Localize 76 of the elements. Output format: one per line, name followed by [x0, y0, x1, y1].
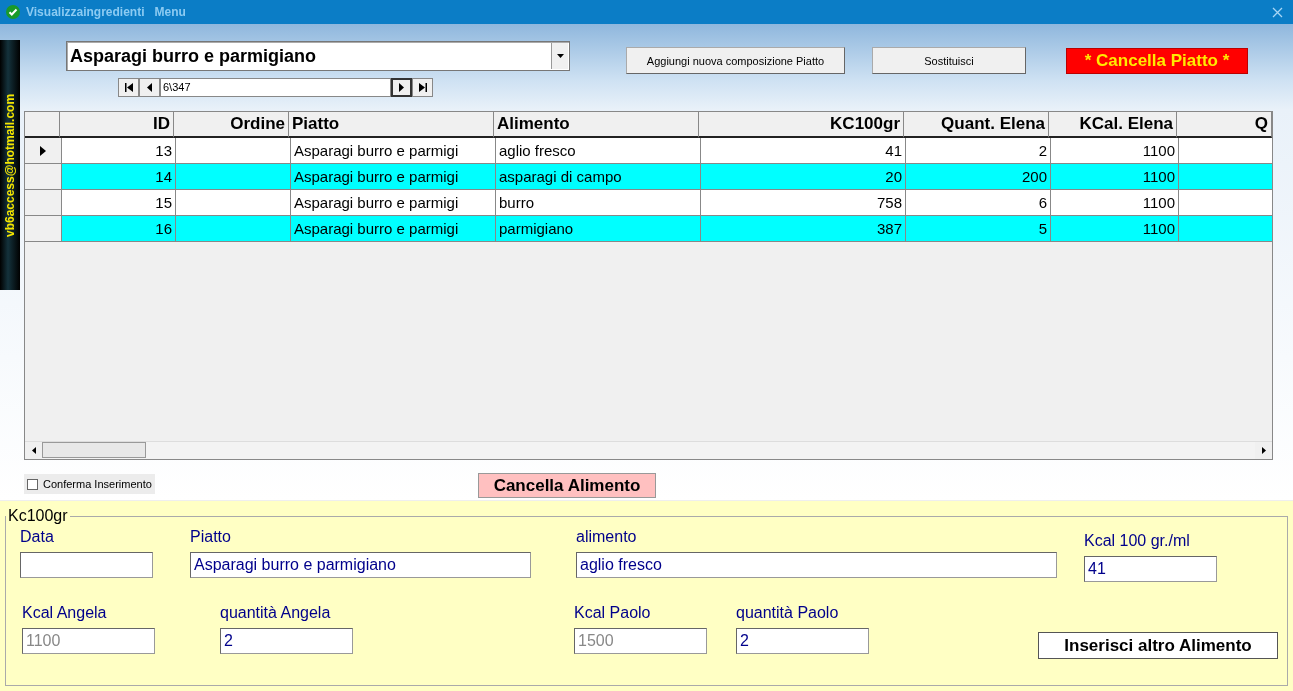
last-icon — [418, 83, 427, 92]
table-cell: burro — [499, 194, 535, 211]
table-cell: 1100 — [1142, 142, 1175, 159]
table-cell: aglio fresco — [499, 142, 576, 159]
field-label: Kcal Angela — [22, 604, 108, 623]
input-field[interactable]: aglio fresco — [576, 552, 1057, 578]
table-cell: 1100 — [1142, 168, 1175, 185]
dish-dropdown[interactable]: Asparagi burro e parmigiano — [66, 41, 570, 71]
close-icon[interactable] — [1272, 6, 1283, 18]
table-row[interactable]: 14 Asparagi burro e parmigi asparagi di campo 20 200 1100 — [25, 164, 1272, 190]
action-button[interactable]: Sostituisci — [872, 47, 1026, 74]
table-cell: 15 — [155, 194, 172, 211]
table-cell: Asparagi burro e parmigi — [294, 194, 459, 211]
table-row[interactable]: 16 Asparagi burro e parmigi parmigiano 387 5 1100 — [25, 216, 1272, 242]
table-cell: 200 — [1021, 168, 1047, 185]
input-field[interactable]: 2 — [736, 628, 869, 654]
row-selector[interactable] — [25, 138, 62, 164]
first-icon — [124, 83, 133, 92]
confirm-checkbox[interactable]: Conferma Inserimento — [24, 474, 155, 494]
input-field[interactable]: Asparagi burro e parmigiano — [190, 552, 531, 578]
table-cell: 2 — [1038, 142, 1047, 159]
group-legend: Kc100gr — [6, 507, 70, 525]
previous-record-button[interactable] — [139, 78, 160, 97]
field-label: Kcal 100 gr./ml — [1084, 532, 1191, 551]
input-field[interactable]: 2 — [220, 628, 353, 654]
table-cell: 13 — [155, 142, 172, 159]
table-cell: asparagi di campo — [499, 168, 622, 185]
check-icon — [6, 5, 20, 19]
right-triangle-icon — [399, 83, 404, 92]
table-cell: Asparagi burro e parmigi — [294, 168, 459, 185]
column-header[interactable]: KCal. Elena — [1049, 112, 1177, 138]
table-cell: Asparagi burro e parmigi — [294, 220, 459, 237]
first-record-button[interactable] — [118, 78, 139, 97]
field-label: quantità Paolo — [736, 604, 840, 623]
table-cell: 14 — [155, 168, 172, 185]
column-header[interactable]: ID — [60, 112, 174, 138]
table-row[interactable]: 15 Asparagi burro e parmigi burro 758 6 1100 — [25, 190, 1272, 216]
field-label: alimento — [576, 528, 638, 547]
column-header[interactable]: KC100gr — [699, 112, 904, 138]
input-field[interactable] — [20, 552, 153, 578]
column-header[interactable]: Q — [1177, 112, 1272, 138]
field-label: quantità Angela — [220, 604, 332, 623]
table-cell: 758 — [876, 194, 902, 211]
table-cell: 41 — [885, 142, 902, 159]
field-label: Data — [20, 528, 55, 547]
table-cell: parmigiano — [499, 220, 574, 237]
column-header[interactable]: Quant. Elena — [904, 112, 1049, 138]
table-cell: 5 — [1038, 220, 1047, 237]
table-cell: Asparagi burro e parmigi — [294, 142, 459, 159]
input-field[interactable]: 41 — [1084, 556, 1217, 582]
left-triangle-icon — [31, 447, 36, 454]
left-triangle-icon — [147, 83, 152, 92]
field-label: Kcal Paolo — [574, 604, 652, 623]
record-position-field[interactable]: 6\347 — [160, 78, 391, 97]
checkbox[interactable] — [27, 478, 38, 490]
table-row[interactable]: 13 Asparagi burro e parmigi aglio fresco 41 2 1100 — [25, 138, 1272, 164]
column-header[interactable]: Alimento — [494, 112, 699, 138]
vertical-email-label: vb6access@hotmail.com — [0, 40, 20, 290]
action-button[interactable]: Aggiungi nuova composizione Piatto — [626, 47, 845, 74]
column-header[interactable]: Ordine — [174, 112, 289, 138]
right-triangle-icon — [1261, 447, 1266, 454]
field-label: Piatto — [190, 528, 232, 547]
column-header[interactable]: Piatto — [289, 112, 494, 138]
caret-icon — [556, 54, 564, 58]
next-record-button[interactable] — [391, 78, 412, 97]
window-title: Visualizzaingredienti — [26, 5, 145, 19]
delete-food-button[interactable]: Cancella Alimento — [478, 473, 656, 498]
insert-food-button[interactable]: Inserisci altro Alimento — [1038, 632, 1278, 659]
scrollbar-thumb[interactable] — [42, 442, 146, 458]
table-cell: 6 — [1038, 194, 1047, 211]
table-cell: 20 — [885, 168, 902, 185]
last-record-button[interactable] — [412, 78, 433, 97]
table-cell: 1100 — [1142, 194, 1175, 211]
table-cell: 387 — [876, 220, 902, 237]
table-cell: 1100 — [1142, 220, 1175, 237]
table-cell: 16 — [155, 220, 172, 237]
